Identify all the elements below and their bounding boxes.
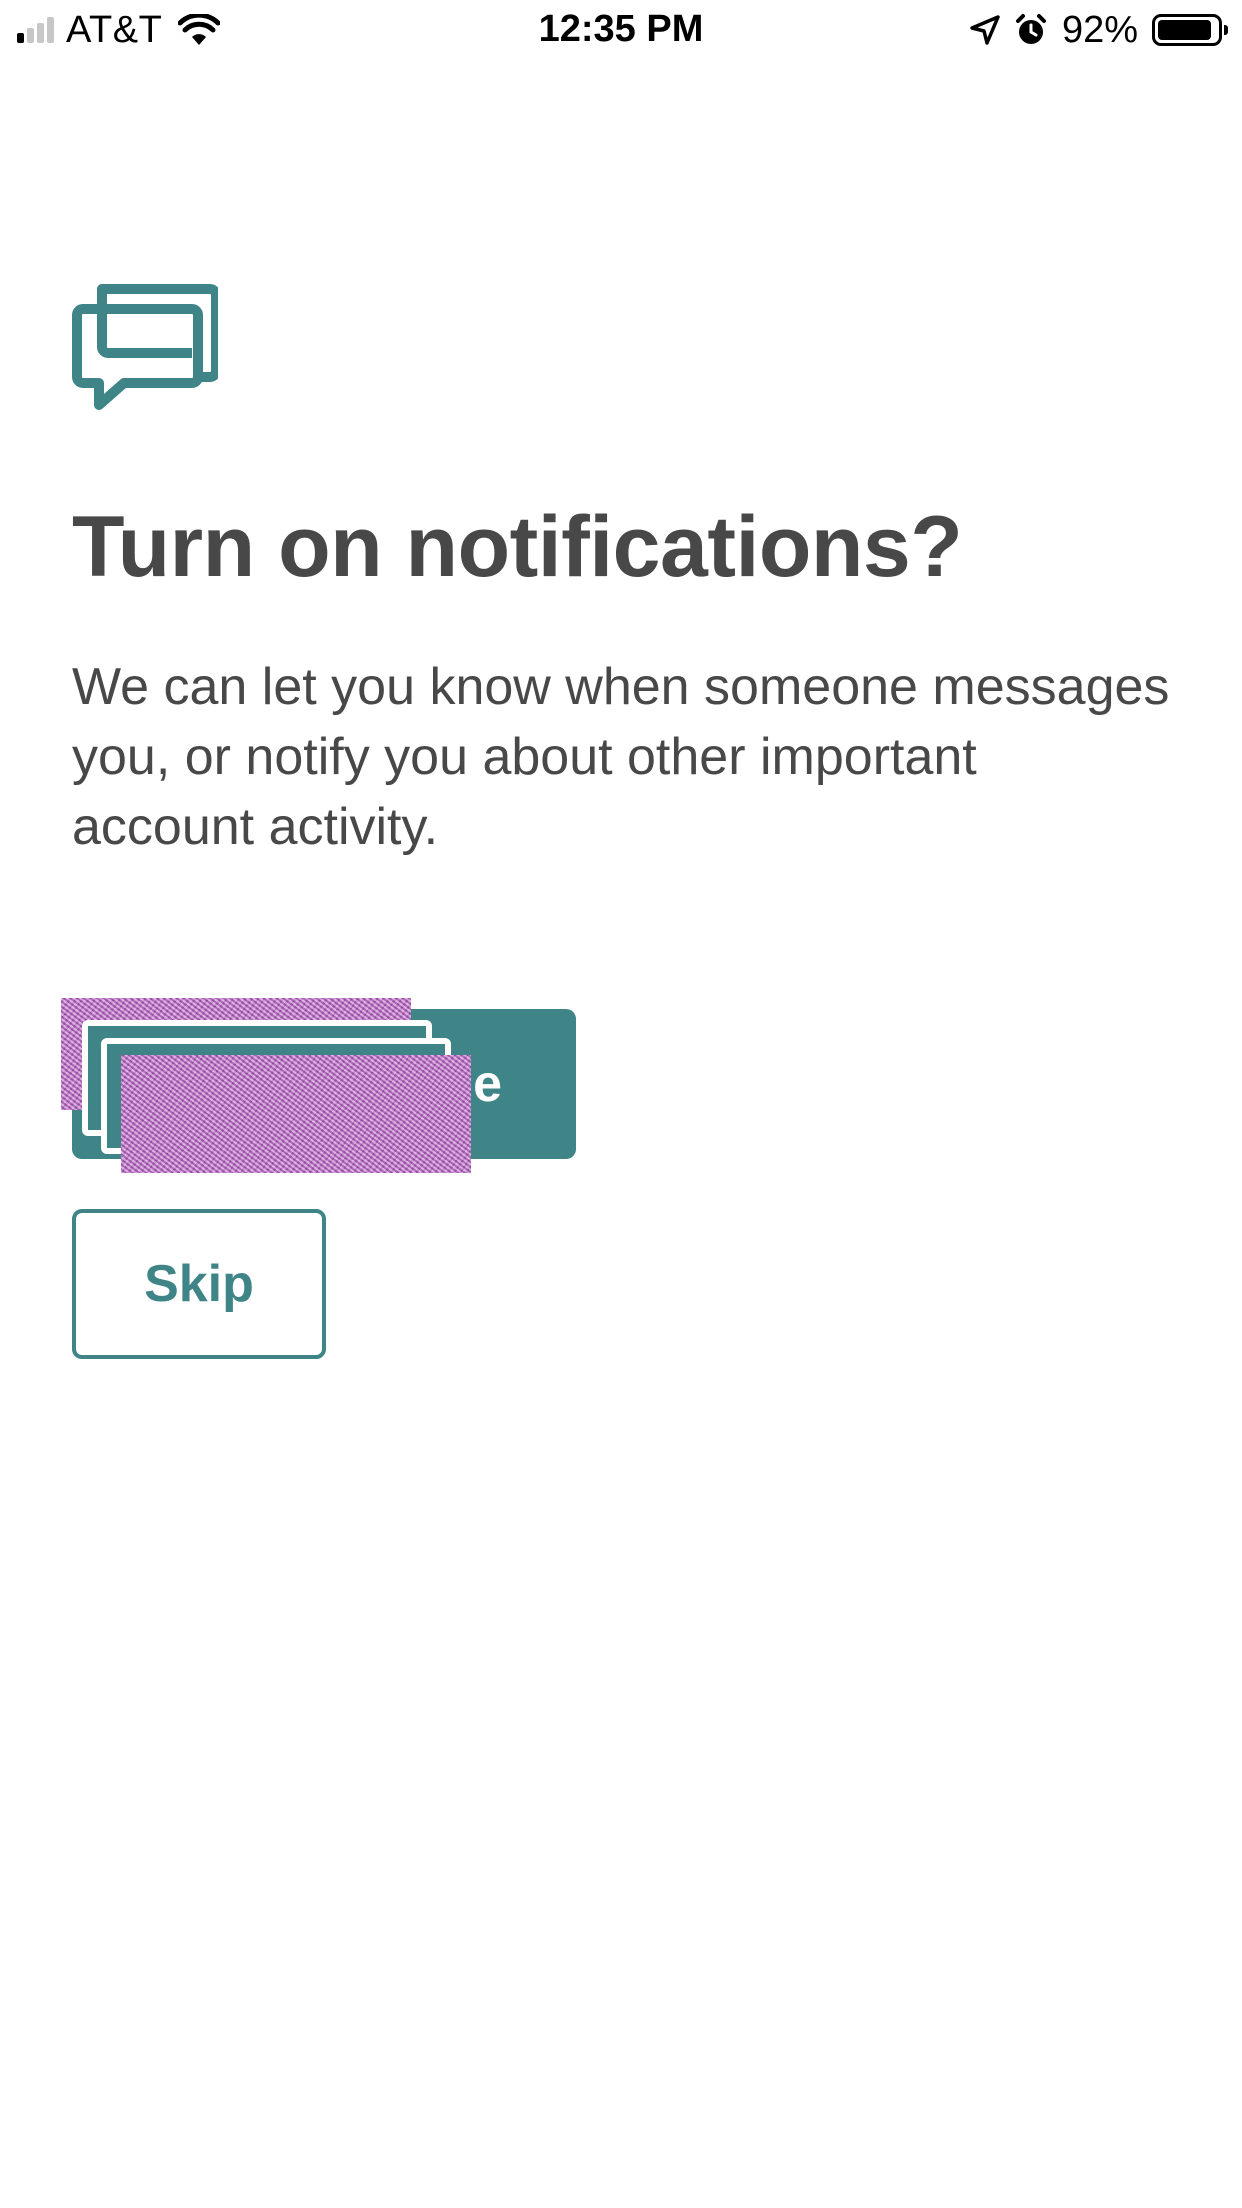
status-bar: AT&T 12:35 PM 92% [0, 0, 1242, 60]
alarm-icon [1015, 14, 1046, 44]
battery-fill [1158, 20, 1211, 40]
battery-icon [1152, 14, 1228, 46]
page-title: Turn on notifications? [72, 499, 963, 595]
prompt-description: We can let you know when someone message… [72, 658, 1170, 856]
skip-button-label: Skip [144, 1255, 254, 1313]
chat-bubbles-icon [72, 284, 218, 410]
obstruction-overlay [121, 1055, 471, 1173]
skip-button[interactable]: Skip [72, 1209, 326, 1359]
location-arrow-icon [970, 15, 1000, 45]
status-right: 92% [970, 8, 1230, 51]
battery-percent: 92% [1061, 8, 1138, 51]
primary-button-label: e [473, 1055, 502, 1113]
